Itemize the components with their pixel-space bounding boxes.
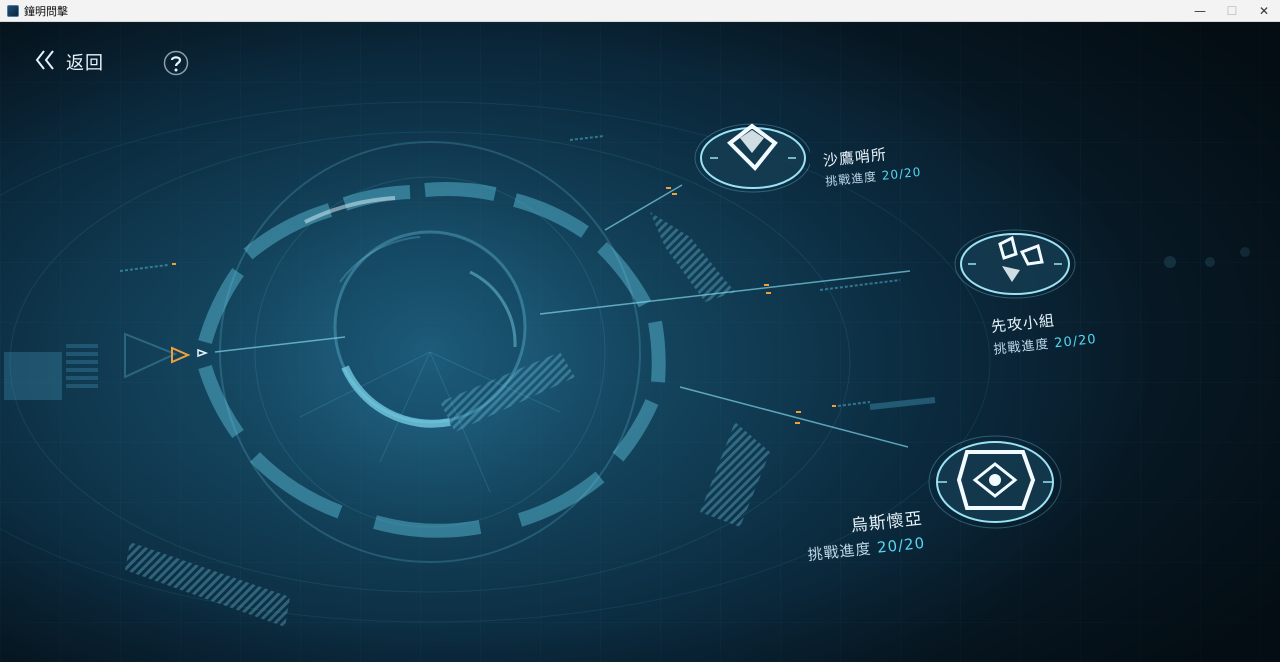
progress-value: 20/20 — [876, 533, 927, 557]
window-titlebar: 鐘明問擊 — ☐ ✕ — [0, 0, 1280, 22]
window-title: 鐘明問擊 — [24, 4, 68, 18]
stage-emblem-button[interactable] — [690, 118, 812, 196]
close-button[interactable]: ✕ — [1248, 0, 1280, 22]
stage-emblem-button[interactable] — [925, 430, 1065, 534]
help-button[interactable] — [163, 50, 189, 76]
window-controls: — ☐ ✕ — [1184, 0, 1280, 22]
eagle-emblem-icon — [694, 123, 812, 193]
question-mark-icon — [163, 50, 189, 76]
double-chevron-left-icon — [34, 48, 58, 76]
back-label: 返回 — [66, 53, 104, 74]
eye-emblem-icon — [928, 435, 1062, 529]
minimize-button[interactable]: — — [1184, 0, 1216, 22]
back-button[interactable]: 返回 — [34, 50, 104, 74]
armor-emblem-icon — [954, 229, 1076, 299]
stage-emblem-button[interactable] — [950, 224, 1080, 304]
stage-select-screen: 返回 沙鷹哨所 挑戰進度 20/20 先攻小組 挑戰進度 20/20 烏斯懷亞 … — [0, 22, 1280, 662]
maximize-button[interactable]: ☐ — [1216, 0, 1248, 22]
app-icon — [7, 4, 19, 17]
progress-value: 20/20 — [881, 164, 922, 183]
